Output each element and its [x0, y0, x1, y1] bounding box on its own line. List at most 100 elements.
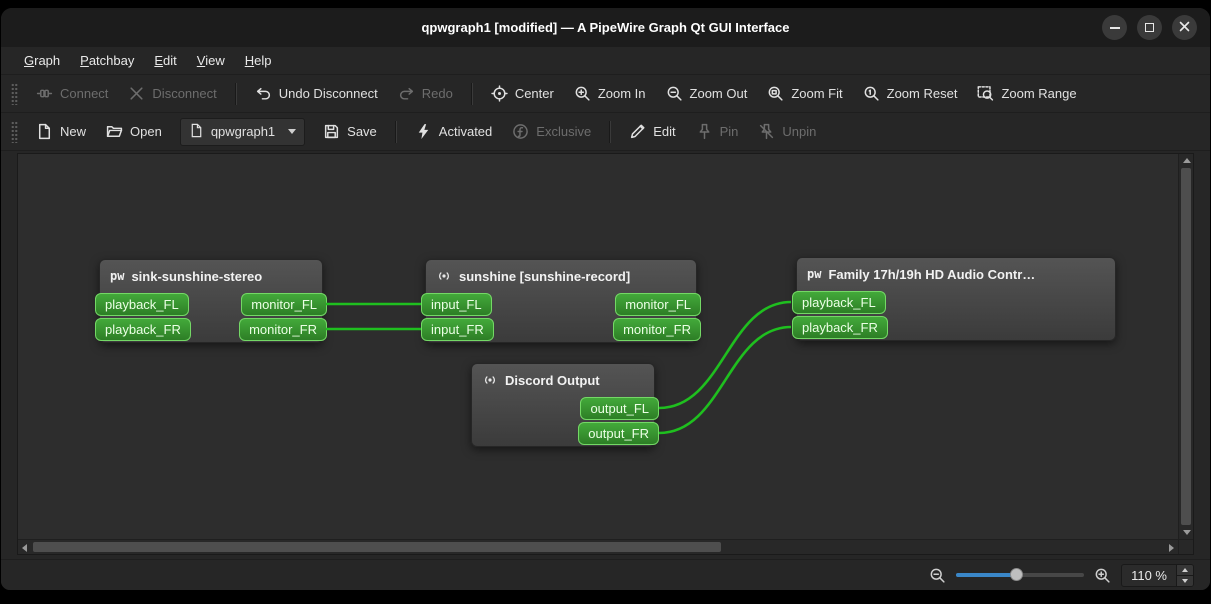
activated-label: Activated [438, 124, 493, 139]
down-arrow-icon [1182, 578, 1188, 583]
zoom-spinbox[interactable]: 110 % [1121, 563, 1194, 587]
menu-edit[interactable]: Edit [145, 49, 185, 72]
menu-patchbay[interactable]: Patchbay [71, 49, 143, 72]
port-in[interactable]: playback_FR [792, 315, 888, 339]
port-in[interactable]: playback_FR [95, 317, 191, 341]
graph-canvas[interactable]: pw sink-sunshine-stereo playback_FL moni… [18, 154, 1178, 539]
zoom-slider-handle[interactable] [1010, 568, 1024, 581]
vertical-scroll-handle[interactable] [1181, 168, 1191, 525]
menu-graph[interactable]: Graph [15, 49, 69, 72]
toolbar-separator [234, 82, 237, 105]
redo-icon [398, 85, 415, 102]
port-out[interactable]: monitor_FL [615, 292, 701, 316]
unpin-icon [758, 123, 775, 140]
toolbar-separator [470, 82, 473, 105]
zoom-in-button[interactable]: Zoom In [564, 79, 656, 108]
edit-button[interactable]: Edit [619, 117, 685, 146]
port-in[interactable]: playback_FL [792, 290, 886, 314]
horizontal-scrollbar[interactable] [18, 539, 1178, 554]
node-sunshine-record[interactable]: sunshine [sunshine-record] input_FL moni… [421, 259, 701, 343]
patchbay-file-combobox[interactable]: qpwgraph1 [179, 117, 306, 146]
exclusive-label: Exclusive [536, 124, 592, 139]
node-sink-sunshine-stereo[interactable]: pw sink-sunshine-stereo playback_FL moni… [95, 259, 327, 343]
zoom-fit-button[interactable]: Zoom Fit [757, 79, 852, 108]
scroll-left-arrow[interactable] [22, 544, 27, 552]
zoom-reset-label: Zoom Reset [886, 86, 958, 101]
window-controls [1102, 8, 1197, 47]
exclusive-button[interactable]: Exclusive [502, 117, 601, 146]
scrollbar-corner [1178, 539, 1193, 554]
close-button[interactable] [1172, 15, 1197, 40]
node-header[interactable]: pw Family 17h/19h HD Audio Contr… [797, 258, 1115, 290]
statusbar: 110 % [1, 559, 1210, 590]
minimize-button[interactable] [1102, 15, 1127, 40]
zoom-reset-button[interactable]: Zoom Reset [853, 79, 968, 108]
undo-label: Undo Disconnect [278, 86, 378, 101]
port-in[interactable]: input_FL [421, 292, 492, 316]
redo-button[interactable]: Redo [388, 79, 463, 108]
vertical-scrollbar[interactable] [1178, 154, 1193, 539]
menubar: Graph Patchbay Edit View Help [1, 47, 1210, 75]
node-discord-output[interactable]: Discord Output output_FL output_FR [471, 363, 659, 447]
connect-button[interactable]: Connect [26, 79, 118, 108]
new-file-icon [36, 123, 53, 140]
patchbay-file-value: qpwgraph1 [210, 124, 276, 139]
edit-label: Edit [653, 124, 676, 139]
disconnect-button[interactable]: Disconnect [118, 79, 226, 108]
node-header[interactable]: Discord Output [472, 364, 654, 396]
menu-view[interactable]: View [188, 49, 234, 72]
speaker-icon [436, 268, 452, 284]
pin-button[interactable]: Pin [686, 117, 749, 146]
node-header[interactable]: pw sink-sunshine-stereo [100, 260, 322, 292]
undo-disconnect-button[interactable]: Undo Disconnect [245, 79, 388, 108]
horizontal-scroll-handle[interactable] [33, 542, 721, 552]
new-button[interactable]: New [26, 117, 96, 146]
connect-icon [36, 85, 53, 102]
port-out[interactable]: output_FL [580, 396, 659, 420]
menu-help[interactable]: Help [236, 49, 281, 72]
scroll-down-arrow[interactable] [1182, 530, 1191, 535]
node-header[interactable]: sunshine [sunshine-record] [426, 260, 696, 292]
exclusive-icon [512, 123, 529, 140]
center-icon [491, 85, 508, 102]
graph-canvas-frame: pw sink-sunshine-stereo playback_FL moni… [17, 153, 1194, 555]
zoom-reset-icon [863, 85, 880, 102]
pin-icon [696, 123, 713, 140]
zoom-out-button[interactable]: Zoom Out [656, 79, 758, 108]
activated-button[interactable]: Activated [405, 117, 502, 146]
save-button[interactable]: Save [313, 117, 387, 146]
node-title: sink-sunshine-stereo [131, 268, 263, 284]
zoom-range-button[interactable]: Zoom Range [967, 79, 1086, 108]
center-button[interactable]: Center [481, 79, 564, 108]
toolbar-grip[interactable] [11, 82, 18, 105]
zoom-out-icon [929, 567, 946, 584]
port-in[interactable]: playback_FL [95, 292, 189, 316]
chevron-down-icon [288, 129, 297, 134]
node-title: Family 17h/19h HD Audio Contr… [828, 266, 1036, 282]
unpin-button[interactable]: Unpin [748, 117, 826, 146]
disconnect-label: Disconnect [152, 86, 217, 101]
zoom-range-label: Zoom Range [1001, 86, 1077, 101]
scroll-up-arrow[interactable] [1182, 158, 1191, 163]
pipewire-icon: pw [110, 269, 125, 283]
zoom-slider[interactable] [956, 567, 1085, 583]
toolbar-separator [609, 120, 612, 143]
open-folder-icon [106, 123, 123, 140]
port-out[interactable]: monitor_FL [241, 292, 327, 316]
port-out[interactable]: monitor_FR [613, 317, 701, 341]
port-out[interactable]: monitor_FR [239, 317, 327, 341]
node-family-hd-audio[interactable]: pw Family 17h/19h HD Audio Contr… playba… [792, 257, 1116, 341]
patchbay-toolbar: New Open qpwgraph1 Save Activated Exclus… [1, 113, 1210, 151]
maximize-button[interactable] [1137, 15, 1162, 40]
open-button[interactable]: Open [96, 117, 172, 146]
zoom-spin-down-button[interactable] [1177, 574, 1193, 586]
disconnect-icon [128, 85, 145, 102]
toolbar-grip[interactable] [11, 120, 18, 143]
port-in[interactable]: input_FR [421, 317, 494, 341]
zoom-spin-up-button[interactable] [1177, 564, 1193, 575]
port-out[interactable]: output_FR [578, 421, 659, 445]
center-label: Center [514, 86, 554, 101]
scroll-right-arrow[interactable] [1169, 544, 1174, 552]
zoom-value: 110 % [1131, 567, 1167, 583]
titlebar[interactable]: qpwgraph1 [modified] — A PipeWire Graph … [1, 8, 1210, 47]
